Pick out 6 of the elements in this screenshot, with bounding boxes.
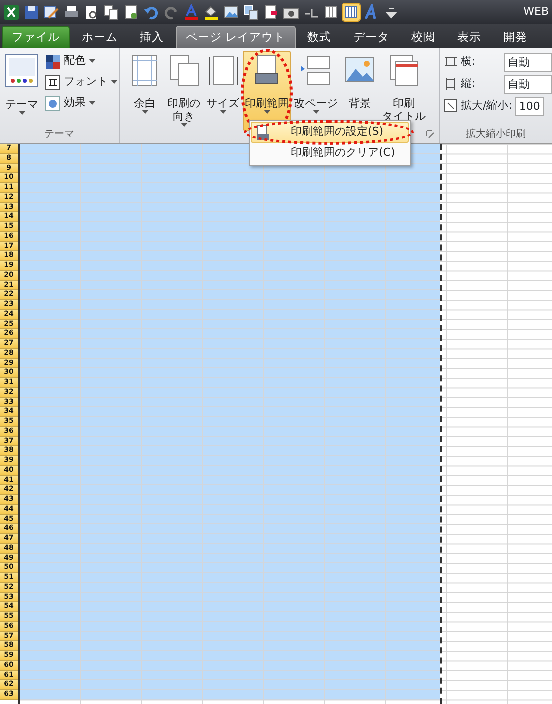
group-label: 拡大縮小印刷	[465, 128, 527, 142]
window-title: WEB	[524, 4, 549, 20]
field-label: 横:	[461, 54, 476, 70]
field-label: 拡大/縮小:	[461, 98, 512, 114]
field-label: 縦:	[461, 76, 476, 92]
group-label: テーマ	[44, 128, 76, 142]
